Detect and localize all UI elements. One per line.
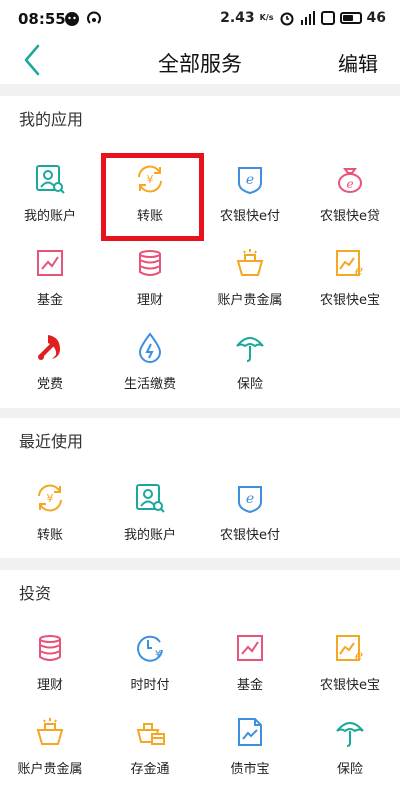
service-clock-pay[interactable]: ¥ 时时付 [100,620,200,704]
network-speed-unit: K/s [259,13,274,22]
nav-bar: 全部服务 编辑 [0,40,400,84]
signal-label: 46 [366,10,386,26]
svg-text:e: e [246,172,254,188]
clock-pay-icon: ¥ [137,635,163,662]
tile-label: 农银快e宝 [320,293,380,308]
section-invest: 投资 理财 ¥ 时时付 基金 e 农银快e宝 账户贵金属 存金通 债市宝 保险 [0,570,400,800]
transfer-icon: ¥ [38,484,62,512]
service-insurance[interactable]: 保险 [200,319,300,403]
tile-label: 基金 [36,293,63,308]
transfer-icon: ¥ [138,165,162,193]
service-utility-payment[interactable]: 生活缴费 [100,319,200,403]
tile-label: 农银快e贷 [320,209,380,224]
service-party-fee[interactable]: 党费 [0,319,100,403]
tile-label: 账户贵金属 [217,293,283,308]
service-insurance[interactable]: 保险 [300,704,400,788]
wealth-icon [139,250,161,276]
e-bao-icon: e [336,250,363,279]
wealth-icon [39,635,61,661]
bond-icon [238,718,262,746]
tile-label: 党费 [36,377,63,392]
tile-label: 债市宝 [230,762,270,777]
fund-icon [237,635,263,661]
service-e-bao[interactable]: e 农银快e宝 [300,235,400,319]
svg-text:e: e [246,491,254,507]
tile-label: 转账 [36,528,63,543]
service-e-pay[interactable]: e 农银快e付 [200,470,300,554]
svg-text:¥: ¥ [47,492,54,505]
svg-text:e: e [355,263,363,279]
tile-label: 保险 [236,377,263,392]
svg-text:e: e [346,177,353,191]
tile-label: 农银快e付 [220,209,280,224]
e-pay-icon: e [238,486,262,514]
svg-text:¥: ¥ [147,173,154,186]
tile-label: 理财 [136,293,163,308]
precious-metal-icon [36,718,64,745]
section-title: 投资 [19,584,52,603]
tile-label: 转账 [136,209,163,224]
tile-label: 账户贵金属 [17,762,83,777]
service-e-bao[interactable]: e 农银快e宝 [300,620,400,704]
service-e-loan[interactable]: e 农银快e贷 [300,151,400,235]
tile-label: 保险 [336,762,363,777]
chat-icon [65,12,79,26]
section-my-apps: 我的应用 我的账户 ¥ 转账 e 农银快e付 e 农银快e贷 基金 理财 账户贵… [0,96,400,408]
tile-label: 生活缴费 [123,377,176,392]
edit-button[interactable]: 编辑 [338,48,378,77]
gold-deposit-icon [136,723,165,745]
service-precious-metal[interactable]: 账户贵金属 [200,235,300,319]
service-wealth[interactable]: 理财 [0,620,100,704]
account-icon [136,484,165,513]
service-wealth[interactable]: 理财 [100,235,200,319]
section-title: 最近使用 [19,432,84,451]
service-fund[interactable]: 基金 [0,235,100,319]
service-fund[interactable]: 基金 [200,620,300,704]
service-e-pay[interactable]: e 农银快e付 [200,151,300,235]
precious-metal-icon [236,249,264,276]
section-title: 我的应用 [19,110,84,129]
utility-payment-icon [138,332,162,363]
network-speed: 2.43 [220,10,255,26]
account-icon [36,165,65,194]
service-transfer[interactable]: ¥ 转账 [100,151,200,235]
tile-label: 农银快e付 [220,528,280,543]
tile-label: 农银快e宝 [320,678,380,693]
signal-icon [300,11,315,25]
tile-label: 我的账户 [23,209,76,224]
alarm-icon [280,12,294,26]
party-fee-icon [38,335,60,360]
status-bar: 08:55 2.43 K/s 46 [0,0,400,40]
service-gold-deposit[interactable]: 存金通 [100,704,200,788]
svg-text:¥: ¥ [155,649,161,660]
service-my-account[interactable]: 我的账户 [100,470,200,554]
e-pay-icon: e [238,167,262,195]
service-precious-metal[interactable]: 账户贵金属 [0,704,100,788]
service-bond[interactable]: 债市宝 [200,704,300,788]
fund-icon [37,250,63,276]
section-recent: 最近使用 ¥ 转账 我的账户 e 农银快e付 [0,418,400,558]
tile-label: 时时付 [130,678,170,693]
hotspot-icon [87,11,101,24]
e-bao-icon: e [336,635,363,664]
svg-text:e: e [355,648,363,664]
tile-label: 存金通 [130,762,170,777]
tile-label: 理财 [36,678,63,693]
hd-icon [320,11,335,25]
service-my-account[interactable]: 我的账户 [0,151,100,235]
status-time: 08:55 [18,10,66,28]
e-loan-icon: e [338,168,362,193]
insurance-icon [236,337,264,362]
service-transfer[interactable]: ¥ 转账 [0,470,100,554]
tile-label: 我的账户 [123,528,176,543]
insurance-icon [336,722,364,747]
battery-icon [339,12,362,24]
tile-label: 基金 [236,678,263,693]
